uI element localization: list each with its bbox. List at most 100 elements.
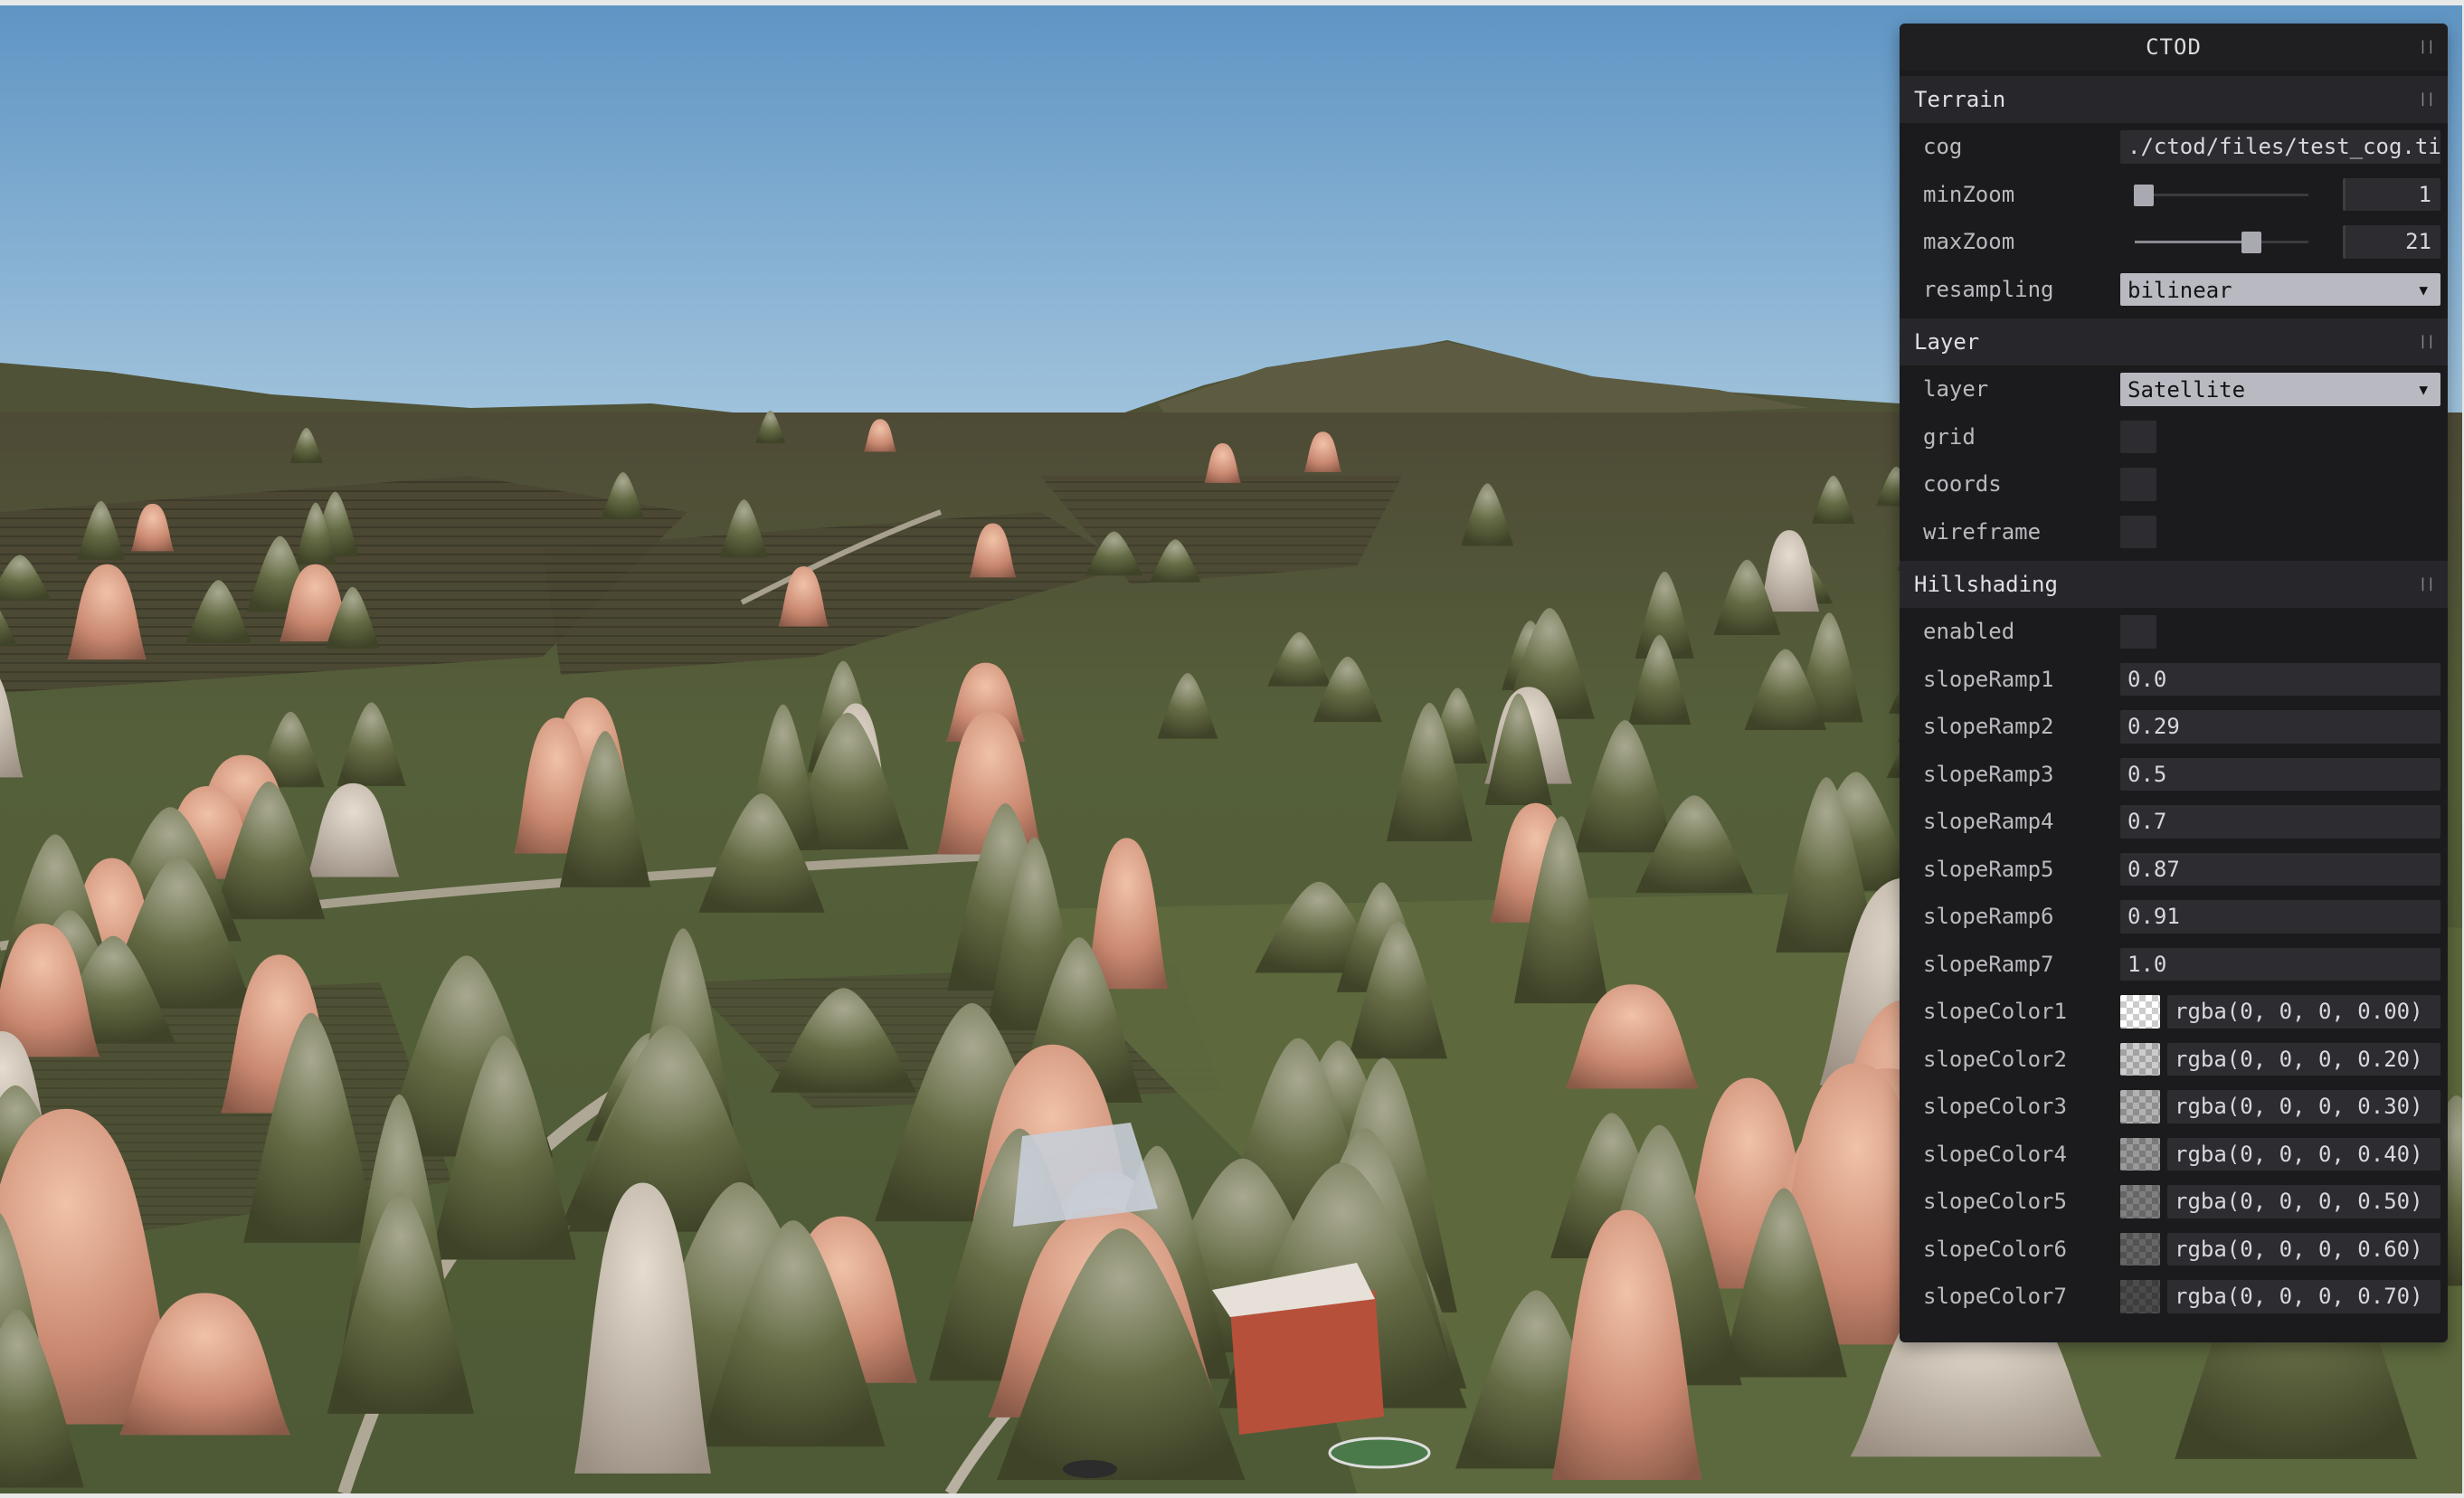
layer-value: Satellite [2128, 377, 2246, 403]
collapse-icon[interactable]: ❘❘ [2417, 561, 2436, 608]
slope-color-label: slopeColor6 [1923, 1236, 2067, 1262]
slope-ramp-input[interactable]: 1.0 [2120, 947, 2440, 981]
slope-color-input[interactable]: rgba(0, 0, 0, 0.70) [2167, 1280, 2440, 1313]
slope-color-label: slopeColor7 [1923, 1284, 2067, 1310]
slope-ramp-label: slopeRamp2 [1923, 714, 2054, 740]
slope-color-input[interactable]: rgba(0, 0, 0, 0.00) [2167, 995, 2440, 1029]
chevron-down-icon: ▼ [2419, 280, 2428, 299]
color-swatch[interactable] [2120, 1042, 2160, 1076]
coords-checkbox[interactable] [2120, 468, 2156, 501]
folder-layer[interactable]: Layer ❘❘ [1900, 318, 2448, 365]
slope-ramp-row: slopeRamp1 0.0 [1900, 656, 2448, 704]
collapse-icon[interactable]: ❘❘ [2417, 76, 2436, 123]
slope-color-row: slopeColor4 rgba(0, 0, 0, 0.40) [1900, 1131, 2448, 1179]
slope-color-input[interactable]: rgba(0, 0, 0, 0.20) [2167, 1042, 2440, 1076]
slider-fill [2135, 241, 2251, 243]
slope-ramp-input[interactable]: 0.0 [2120, 662, 2440, 696]
collapse-icon[interactable]: ❘❘ [2417, 318, 2436, 365]
resampling-select[interactable]: bilinear ▼ [2120, 272, 2440, 306]
resampling-label: resampling [1923, 276, 2054, 302]
minzoom-label: minZoom [1923, 181, 2015, 207]
slope-ramp-input[interactable]: 0.29 [2120, 710, 2440, 744]
enabled-checkbox[interactable] [2120, 615, 2156, 649]
row-cog: cog ./ctod/files/test_cog.tif [1900, 123, 2448, 171]
row-enabled: enabled [1900, 608, 2448, 656]
row-wireframe: wireframe [1900, 508, 2448, 556]
row-minzoom: minZoom 1 [1900, 171, 2448, 219]
slider-knob[interactable] [2133, 184, 2154, 206]
row-grid: grid [1900, 413, 2448, 461]
folder-layer-title: Layer [1914, 329, 1980, 355]
slope-color-label: slopeColor1 [1923, 999, 2067, 1025]
enabled-label: enabled [1923, 619, 2015, 645]
slope-ramp-row: slopeRamp2 0.29 [1900, 703, 2448, 751]
slope-color-input[interactable]: rgba(0, 0, 0, 0.60) [2167, 1232, 2440, 1266]
slope-color-label: slopeColor4 [1923, 1141, 2067, 1167]
grid-checkbox[interactable] [2120, 420, 2156, 453]
folder-hillshading[interactable]: Hillshading ❘❘ [1900, 561, 2448, 608]
slider-knob[interactable] [2241, 232, 2261, 253]
color-swatch[interactable] [2120, 1232, 2160, 1266]
slope-color-row: slopeColor7 rgba(0, 0, 0, 0.70) [1900, 1273, 2448, 1321]
cog-input[interactable]: ./ctod/files/test_cog.tif [2120, 130, 2440, 164]
grid-label: grid [1923, 423, 1976, 450]
color-swatch[interactable] [2120, 1185, 2160, 1218]
slope-ramp-row: slopeRamp4 0.7 [1900, 798, 2448, 846]
color-swatch[interactable] [2120, 1137, 2160, 1171]
collapse-icon[interactable]: ❘❘ [2417, 24, 2436, 71]
folder-terrain-title: Terrain [1914, 87, 2006, 112]
slope-color-row: slopeColor5 rgba(0, 0, 0, 0.50) [1900, 1178, 2448, 1226]
minzoom-slider[interactable] [2120, 178, 2317, 212]
wireframe-checkbox[interactable] [2120, 515, 2156, 548]
coords-label: coords [1923, 471, 2002, 498]
slope-ramp-label: slopeRamp3 [1923, 761, 2054, 787]
slope-ramp-row: slopeRamp5 0.87 [1900, 846, 2448, 894]
slope-ramp-label: slopeRamp1 [1923, 666, 2054, 692]
slope-ramp-label: slopeRamp7 [1923, 951, 2054, 977]
resampling-value: bilinear [2128, 277, 2232, 303]
chevron-down-icon: ▼ [2419, 381, 2428, 398]
panel-header[interactable]: CTOD ❘❘ [1900, 24, 2448, 71]
slope-ramp-input[interactable]: 0.87 [2120, 852, 2440, 886]
slope-ramp-label: slopeRamp4 [1923, 809, 2054, 835]
slope-color-row: slopeColor3 rgba(0, 0, 0, 0.30) [1900, 1083, 2448, 1131]
folder-terrain[interactable]: Terrain ❘❘ [1900, 76, 2448, 123]
wireframe-label: wireframe [1923, 518, 2042, 545]
slope-color-row: slopeColor1 rgba(0, 0, 0, 0.00) [1900, 988, 2448, 1036]
color-swatch[interactable] [2120, 995, 2160, 1029]
panel-title: CTOD [2146, 34, 2202, 60]
slope-color-list: slopeColor1 rgba(0, 0, 0, 0.00) slopeCol… [1900, 988, 2448, 1321]
slope-ramp-input[interactable]: 0.7 [2120, 805, 2440, 839]
slope-color-input[interactable]: rgba(0, 0, 0, 0.50) [2167, 1185, 2440, 1218]
row-layer: layer Satellite ▼ [1900, 365, 2448, 413]
slope-ramp-label: slopeRamp6 [1923, 904, 2054, 930]
row-maxzoom: maxZoom 21 [1900, 218, 2448, 266]
slider-track [2135, 232, 2308, 253]
maxzoom-label: maxZoom [1923, 229, 2015, 255]
row-resampling: resampling bilinear ▼ [1900, 266, 2448, 314]
maxzoom-slider[interactable] [2120, 225, 2317, 259]
slope-ramp-row: slopeRamp7 1.0 [1900, 941, 2448, 989]
layer-label: layer [1923, 376, 1989, 403]
color-swatch[interactable] [2120, 1090, 2160, 1124]
maxzoom-input[interactable]: 21 [2343, 225, 2440, 259]
slope-color-row: slopeColor6 rgba(0, 0, 0, 0.60) [1900, 1226, 2448, 1274]
color-swatch[interactable] [2120, 1280, 2160, 1313]
slope-ramp-row: slopeRamp3 0.5 [1900, 751, 2448, 799]
slope-ramp-input[interactable]: 0.91 [2120, 900, 2440, 934]
cog-label: cog [1923, 134, 1963, 160]
slope-color-label: slopeColor5 [1923, 1189, 2067, 1215]
slope-color-row: slopeColor2 rgba(0, 0, 0, 0.20) [1900, 1036, 2448, 1084]
slope-color-input[interactable]: rgba(0, 0, 0, 0.40) [2167, 1137, 2440, 1171]
minzoom-input[interactable]: 1 [2343, 177, 2440, 211]
slope-ramp-label: slopeRamp5 [1923, 856, 2054, 882]
slope-ramp-list: slopeRamp1 0.0 slopeRamp2 0.29 slopeRamp… [1900, 656, 2448, 989]
slope-color-label: slopeColor3 [1923, 1094, 2067, 1120]
row-coords: coords [1900, 460, 2448, 508]
slope-ramp-input[interactable]: 0.5 [2120, 757, 2440, 791]
slope-color-input[interactable]: rgba(0, 0, 0, 0.30) [2167, 1090, 2440, 1124]
slope-color-label: slopeColor2 [1923, 1046, 2067, 1072]
slope-ramp-row: slopeRamp6 0.91 [1900, 893, 2448, 941]
folder-hillshading-title: Hillshading [1914, 572, 2058, 597]
layer-select[interactable]: Satellite ▼ [2120, 373, 2440, 406]
